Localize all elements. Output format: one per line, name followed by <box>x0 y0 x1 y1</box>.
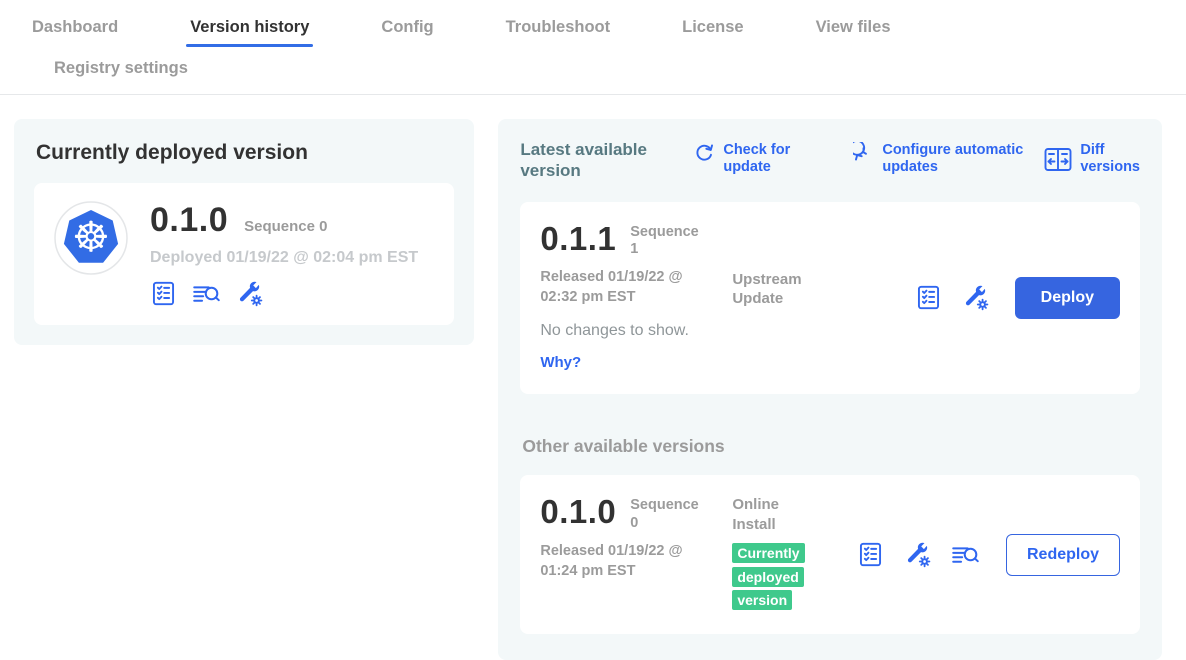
redeploy-button[interactable]: Redeploy <box>1006 534 1120 576</box>
latest-version-number: 0.1.1 <box>540 222 616 255</box>
configure-automatic-updates-link[interactable]: Configure automatic updates <box>853 142 1044 177</box>
currently-deployed-title: Currently deployed version <box>36 141 454 165</box>
latest-released-timestamp: Released 01/19/22 @ 02:32 pm EST <box>540 268 700 307</box>
other-source-label: Online Install <box>732 495 812 534</box>
tab-license[interactable]: License <box>680 14 745 53</box>
available-versions-panel: Latest available version Check for updat… <box>498 119 1162 660</box>
latest-version-header: Latest available version Check for updat… <box>520 139 1140 182</box>
diff-versions-label: Diff versions <box>1080 142 1140 177</box>
deploy-button[interactable]: Deploy <box>1015 277 1120 319</box>
tab-config[interactable]: Config <box>379 14 435 53</box>
deployed-sequence: Sequence 0 <box>244 218 327 235</box>
other-sequence: Sequence 0 <box>630 497 700 532</box>
main-content: Currently deployed version ☸ 0.1.0 Seque… <box>0 95 1186 660</box>
other-version-number: 0.1.0 <box>540 495 616 528</box>
nav-row-2: Registry settings <box>0 53 1186 94</box>
configure-automatic-updates-label: Configure automatic updates <box>882 142 1044 177</box>
svg-text:☸: ☸ <box>72 213 110 262</box>
check-for-update-label: Check for update <box>723 142 803 177</box>
latest-sequence: Sequence 1 <box>630 224 700 259</box>
preflight-checklist-icon[interactable] <box>150 280 177 307</box>
tab-version-history[interactable]: Version history <box>188 14 311 53</box>
kubernetes-icon: ☸ <box>54 201 128 275</box>
preflight-checklist-icon[interactable] <box>915 284 942 311</box>
latest-source-label: Upstream Update <box>732 270 812 309</box>
other-released-timestamp: Released 01/19/22 @ 01:24 pm EST <box>540 542 700 581</box>
diff-versions-link[interactable]: Diff versions <box>1044 142 1140 177</box>
tab-registry-settings[interactable]: Registry settings <box>52 55 190 78</box>
edit-config-icon[interactable] <box>236 280 263 307</box>
top-navigation: Dashboard Version history Config Trouble… <box>0 0 1186 95</box>
latest-version-card: 0.1.1 Sequence 1 Released 01/19/22 @ 02:… <box>520 202 1140 395</box>
latest-version-title: Latest available version <box>520 139 668 182</box>
deployed-version-number: 0.1.0 <box>150 203 228 237</box>
clock-refresh-icon <box>853 142 874 177</box>
tab-troubleshoot[interactable]: Troubleshoot <box>504 14 613 53</box>
no-changes-text: No changes to show. <box>540 322 732 340</box>
edit-config-icon[interactable] <box>904 541 931 568</box>
deployed-info: 0.1.0 Sequence 0 Deployed 01/19/22 @ 02:… <box>150 201 418 307</box>
nav-row-1: Dashboard Version history Config Trouble… <box>0 14 1186 53</box>
why-link[interactable]: Why? <box>540 354 581 371</box>
other-version-card: 0.1.0 Sequence 0 Released 01/19/22 @ 01:… <box>520 475 1140 633</box>
deploy-logs-icon[interactable] <box>192 280 221 307</box>
tab-dashboard[interactable]: Dashboard <box>30 14 120 53</box>
deployed-timestamp: Deployed 01/19/22 @ 02:04 pm EST <box>150 249 418 267</box>
deploy-logs-icon[interactable] <box>951 541 980 568</box>
check-for-update-link[interactable]: Check for update <box>694 142 803 177</box>
refresh-arrow-icon <box>694 142 715 177</box>
edit-config-icon[interactable] <box>962 284 989 311</box>
other-versions-title: Other available versions <box>522 436 1138 457</box>
currently-deployed-badge: Currently deployed version <box>732 543 804 609</box>
currently-deployed-card: ☸ 0.1.0 Sequence 0 Deployed 01/19/22 @ 0… <box>34 183 454 325</box>
diff-columns-icon <box>1044 147 1072 172</box>
currently-deployed-panel: Currently deployed version ☸ 0.1.0 Seque… <box>14 119 474 345</box>
tab-view-files[interactable]: View files <box>814 14 893 53</box>
preflight-checklist-icon[interactable] <box>857 541 884 568</box>
